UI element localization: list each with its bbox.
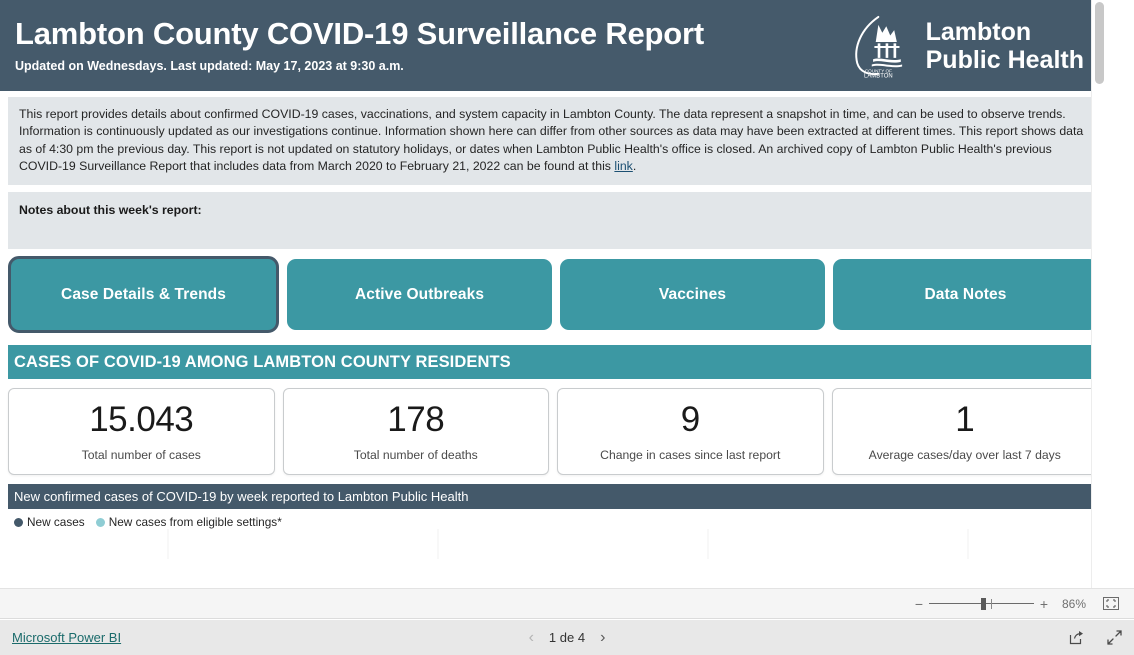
lambton-county-crest-icon: COUNTY OF LAMBTON xyxy=(854,15,902,79)
report-vertical-scrollbar[interactable] xyxy=(1091,0,1106,588)
section-banner-title: CASES OF COVID-19 AMONG LAMBTON COUNTY R… xyxy=(14,352,511,371)
report-scrollbar-thumb[interactable] xyxy=(1095,2,1104,84)
svg-text:LAMBTON: LAMBTON xyxy=(864,73,893,78)
new-cases-by-week-chart: New confirmed cases of COVID-19 by week … xyxy=(8,484,1098,560)
weekly-notes-label: Notes about this week's report: xyxy=(19,203,202,218)
last-updated-text: Updated on Wednesdays. Last updated: May… xyxy=(15,59,404,74)
tab-label: Data Notes xyxy=(924,285,1007,303)
description-body: This report provides details about confi… xyxy=(19,107,1084,173)
legend-label: New cases from eligible settings* xyxy=(108,515,282,530)
description-tail: . xyxy=(632,158,637,173)
legend-label: New cases xyxy=(27,515,85,530)
next-page-button[interactable]: › xyxy=(600,629,605,647)
kpi-card-change-since-last-report: 9 Change in cases since last report xyxy=(557,388,824,476)
tab-label: Vaccines xyxy=(658,285,727,303)
chart-title: New confirmed cases of COVID-19 by week … xyxy=(14,489,469,505)
zoom-slider-thumb[interactable] xyxy=(981,597,986,610)
page-indicator: 1 de 4 xyxy=(548,630,586,645)
tab-label: Case Details & Trends xyxy=(61,285,226,303)
microsoft-power-bi-link[interactable]: Microsoft Power BI xyxy=(12,630,121,645)
legend-swatch-icon xyxy=(14,517,23,527)
zoom-in-button[interactable]: + xyxy=(1036,596,1052,612)
section-banner-cases: CASES OF COVID-19 AMONG LAMBTON COUNTY R… xyxy=(8,345,1098,380)
kpi-card-row: 15.043 Total number of cases 178 Total n… xyxy=(8,388,1098,476)
footer-action-buttons xyxy=(1066,628,1124,648)
share-button[interactable] xyxy=(1066,628,1086,648)
legend-entry-new-cases[interactable]: New cases xyxy=(14,515,85,529)
report-canvas: Lambton County COVID-19 Surveillance Rep… xyxy=(0,0,1106,588)
kpi-card-total-deaths: 178 Total number of deaths xyxy=(282,388,549,476)
kpi-value: 1 xyxy=(955,399,975,439)
zoom-out-button[interactable]: − xyxy=(911,596,927,612)
page-navigation: ‹ 1 de 4 › xyxy=(0,629,1134,647)
report-description-text: This report provides details about confi… xyxy=(19,106,1087,175)
kpi-card-average-cases-per-day: 1 Average cases/day over last 7 days xyxy=(831,388,1098,476)
fit-to-page-icon xyxy=(1103,597,1119,610)
brand-name: Lambton Public Health xyxy=(926,18,1084,74)
report-header-text: Lambton County COVID-19 Surveillance Rep… xyxy=(14,15,848,74)
tab-label: Active Outbreaks xyxy=(354,285,485,303)
zoom-toolbar: − + 86% xyxy=(0,588,1134,619)
legend-entry-eligible-settings[interactable]: New cases from eligible settings* xyxy=(95,515,282,530)
tab-vaccines[interactable]: Vaccines xyxy=(560,259,825,331)
tab-active-outbreaks[interactable]: Active Outbreaks xyxy=(287,259,552,331)
fullscreen-icon xyxy=(1106,630,1122,645)
fullscreen-button[interactable] xyxy=(1104,628,1124,648)
weekly-notes-panel: Notes about this week's report: xyxy=(8,192,1098,250)
report-description-panel: This report provides details about confi… xyxy=(8,97,1098,186)
archived-report-link[interactable]: link xyxy=(614,159,632,173)
kpi-label: Average cases/day over last 7 days xyxy=(868,447,1061,462)
tab-data-notes[interactable]: Data Notes xyxy=(833,259,1098,331)
fit-to-page-button[interactable] xyxy=(1100,595,1122,613)
zoom-slider[interactable] xyxy=(929,596,1034,612)
kpi-label: Total number of deaths xyxy=(353,447,478,462)
kpi-value: 15.043 xyxy=(89,399,194,439)
chart-plot-area[interactable] xyxy=(8,529,1098,560)
share-icon xyxy=(1069,631,1083,645)
lambton-public-health-logo: COUNTY OF LAMBTON Lambton Public Health xyxy=(848,13,1092,79)
brand-name-line-2: Public Health xyxy=(925,45,1084,74)
kpi-label: Total number of cases xyxy=(81,447,201,462)
chart-legend: New cases New cases from eligible settin… xyxy=(8,509,1098,529)
svg-text:COUNTY OF: COUNTY OF xyxy=(864,68,891,73)
tab-case-details-and-trends[interactable]: Case Details & Trends xyxy=(8,256,279,334)
kpi-value: 178 xyxy=(387,399,445,439)
report-header: Lambton County COVID-19 Surveillance Rep… xyxy=(0,0,1106,91)
power-bi-report-viewer: Lambton County COVID-19 Surveillance Rep… xyxy=(0,0,1134,655)
report-tab-bar: Case Details & Trends Active Outbreaks V… xyxy=(8,256,1098,334)
kpi-card-total-cases: 15.043 Total number of cases xyxy=(8,388,275,476)
kpi-label: Change in cases since last report xyxy=(600,447,781,462)
previous-page-button[interactable]: ‹ xyxy=(529,629,534,647)
chart-plot-canvas xyxy=(167,529,969,560)
report-footer: Microsoft Power BI ‹ 1 de 4 › xyxy=(0,620,1134,655)
page-title: Lambton County COVID-19 Surveillance Rep… xyxy=(15,15,705,51)
kpi-value: 9 xyxy=(680,399,700,439)
zoom-level-label: 86% xyxy=(1061,596,1087,611)
chart-title-bar: New confirmed cases of COVID-19 by week … xyxy=(8,484,1098,510)
zoom-slider-tick xyxy=(991,598,992,609)
brand-name-line-1: Lambton xyxy=(925,17,1032,46)
legend-swatch-icon xyxy=(95,517,105,527)
